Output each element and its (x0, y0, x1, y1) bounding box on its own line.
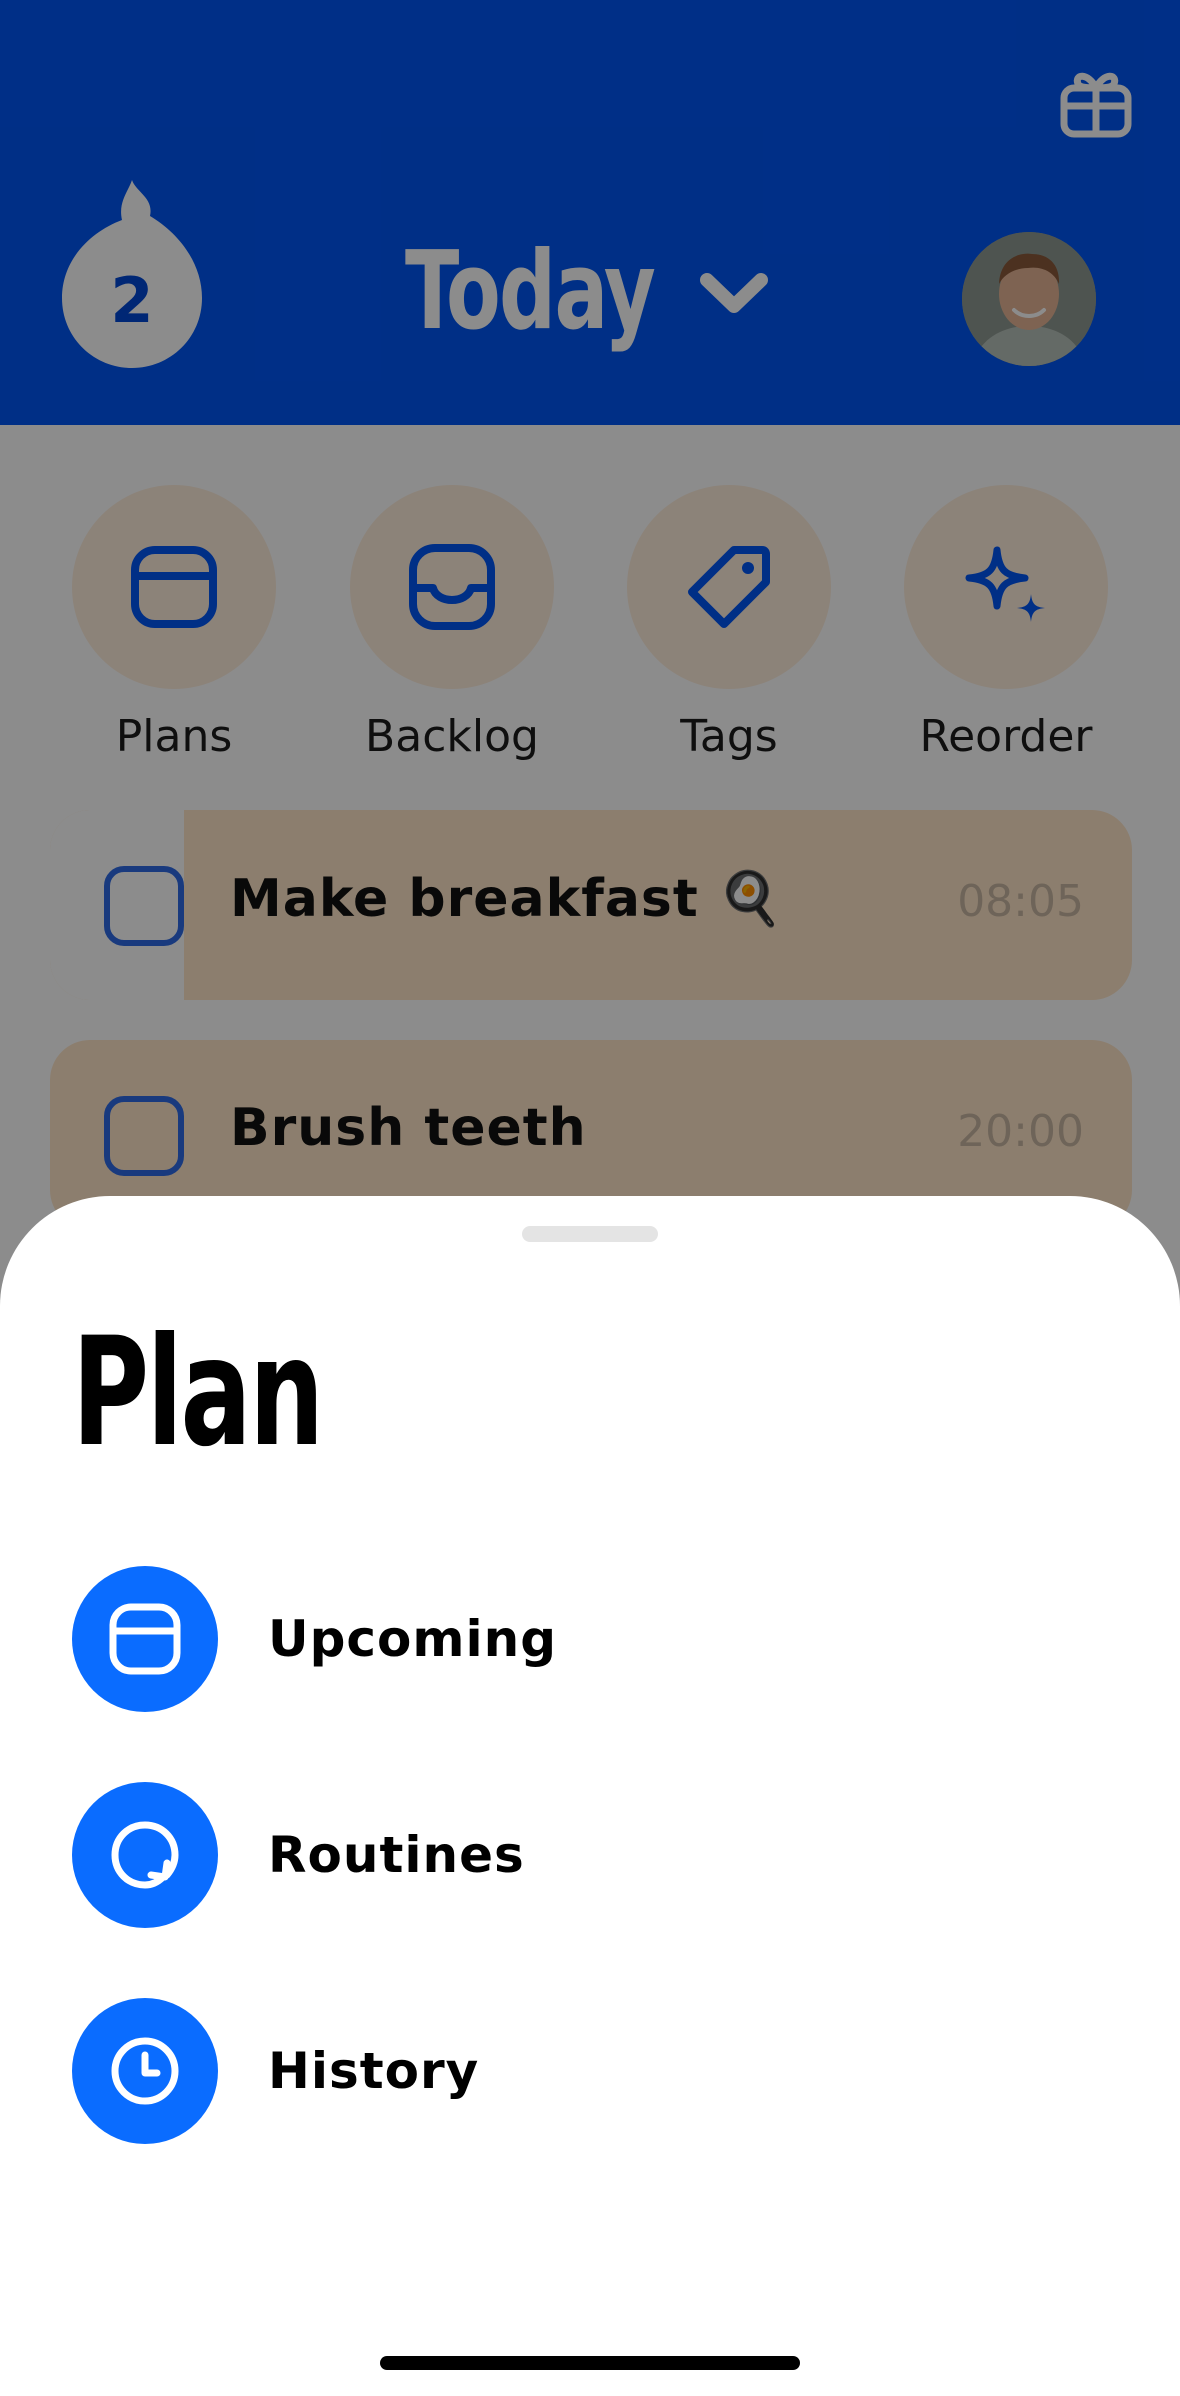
menu-item-history[interactable]: History (72, 1998, 1112, 2144)
home-indicator[interactable] (380, 2356, 800, 2370)
menu-item-routines[interactable]: Routines (72, 1782, 1112, 1928)
plan-bottom-sheet: Plan Upcoming Routines History (0, 1196, 1180, 2396)
sheet-title: Plan (72, 1306, 324, 1480)
clock-icon (111, 2037, 179, 2105)
menu-item-label: Routines (268, 1826, 525, 1884)
sheet-grabber[interactable] (522, 1226, 658, 1242)
upcoming-icon-circle (72, 1566, 218, 1712)
menu-item-label: History (268, 2042, 480, 2100)
menu-item-label: Upcoming (268, 1610, 558, 1668)
repeat-icon (111, 1821, 179, 1889)
history-icon-circle (72, 1998, 218, 2144)
menu-item-upcoming[interactable]: Upcoming (72, 1566, 1112, 1712)
routines-icon-circle (72, 1782, 218, 1928)
card-icon (109, 1603, 181, 1675)
